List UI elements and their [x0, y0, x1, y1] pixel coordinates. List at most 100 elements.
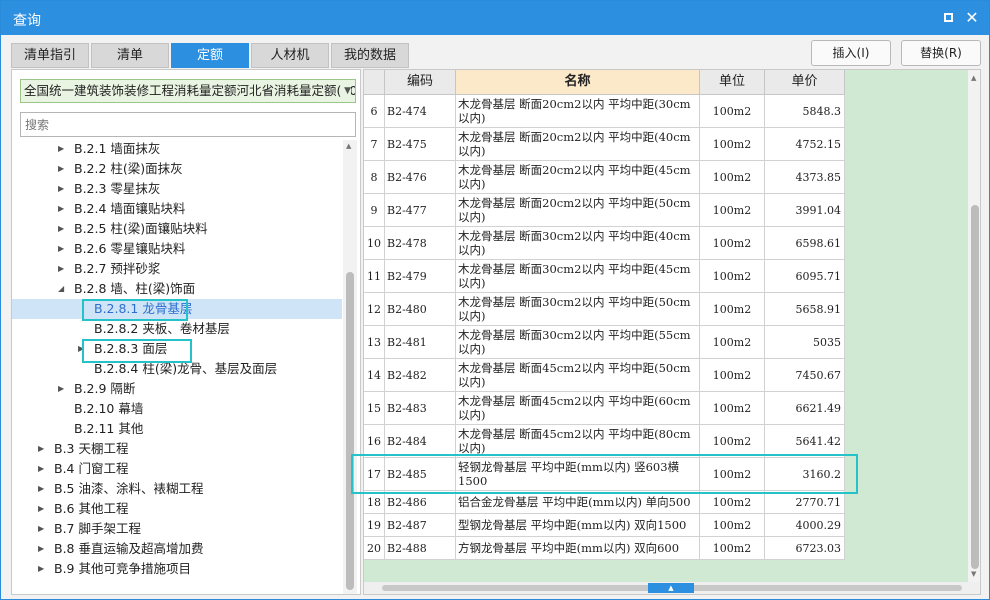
tree-node-label: B.2.1 墙面抹灰 [74, 141, 161, 156]
tree-scroll-thumb[interactable] [346, 272, 354, 590]
tree-node-label: B.2.11 其他 [74, 421, 144, 436]
cell-code: B2-480 [385, 293, 456, 326]
expand-toggle-icon[interactable]: ▶ [78, 339, 88, 359]
table-horizontal-scrollbar[interactable]: ▲ [364, 582, 980, 594]
scroll-up-icon[interactable]: ▲ [971, 74, 976, 82]
tree-node[interactable]: B.2.8.1 龙骨基层 [12, 299, 342, 319]
expand-toggle-icon[interactable]: ▶ [58, 259, 68, 279]
expand-toggle-icon[interactable]: ▶ [58, 219, 68, 239]
table-row[interactable]: 6 B2-474 木龙骨基层 断面20cm2以内 平均中距(30cm以内) 100m2… [364, 95, 845, 128]
tree-node[interactable]: ▶ B.5 油漆、涂料、裱糊工程 [12, 479, 342, 499]
cell-unit: 100m2 [700, 392, 765, 425]
tree-node[interactable]: ▶ B.2.5 柱(梁)面镶贴块料 [12, 219, 342, 239]
maximize-icon[interactable] [939, 9, 957, 27]
tree-node[interactable]: ▶ B.2.7 预拌砂浆 [12, 259, 342, 279]
tree-node[interactable]: ▶ B.2.8.3 面层 [12, 339, 342, 359]
table-row[interactable]: 9 B2-477 木龙骨基层 断面20cm2以内 平均中距(50cm以内) 100m2… [364, 194, 845, 227]
scroll-down-icon[interactable]: ▼ [971, 570, 976, 578]
cell-code: B2-475 [385, 128, 456, 161]
tree-node[interactable]: B.2.8.2 夹板、卷材基层 [12, 319, 342, 339]
expand-toggle-icon[interactable]: ▶ [38, 519, 48, 539]
tree-node[interactable]: ▶ B.3 天棚工程 [12, 439, 342, 459]
table-row[interactable]: 14 B2-482 木龙骨基层 断面45cm2以内 平均中距(50cm以内) 100m… [364, 359, 845, 392]
tree-node[interactable]: ◢ B.2.8 墙、柱(梁)饰面 [12, 279, 342, 299]
expand-toggle-icon[interactable]: ▶ [38, 459, 48, 479]
expand-toggle-icon[interactable]: ▶ [38, 499, 48, 519]
table-row[interactable]: 19 B2-487 型钢龙骨基层 平均中距(mm以内) 双向1500 100m2 400… [364, 514, 845, 537]
tree-node[interactable]: ▶ B.7 脚手架工程 [12, 519, 342, 539]
table-scrollbar[interactable]: ▲ ▼ [968, 70, 980, 582]
tree-node-label: B.2.3 零星抹灰 [74, 181, 161, 196]
tree-node[interactable]: ▶ B.2.3 零星抹灰 [12, 179, 342, 199]
tree-node-label: B.2.2 柱(梁)面抹灰 [74, 161, 183, 176]
expand-toggle-icon[interactable]: ▶ [38, 559, 48, 579]
expand-toggle-icon[interactable]: ▶ [58, 379, 68, 399]
expand-toggle-icon[interactable]: ▶ [58, 159, 68, 179]
table-row[interactable]: 10 B2-478 木龙骨基层 断面30cm2以内 平均中距(40cm以内) 100m… [364, 227, 845, 260]
close-icon[interactable]: ✕ [963, 9, 981, 27]
tree-node[interactable]: B.2.11 其他 [12, 419, 342, 439]
expand-toggle-icon[interactable]: ▶ [38, 439, 48, 459]
tree-node[interactable]: ▶ B.8 垂直运输及超高增加费 [12, 539, 342, 559]
table-row[interactable]: 11 B2-479 木龙骨基层 断面30cm2以内 平均中距(45cm以内) 100m… [364, 260, 845, 293]
table-row[interactable]: 15 B2-483 木龙骨基层 断面45cm2以内 平均中距(60cm以内) 100m… [364, 392, 845, 425]
library-select-value: 全国统一建筑装饰装修工程消耗量定额河北省消耗量定额(2012) [24, 83, 356, 98]
tab-bill[interactable]: 清单 [91, 43, 169, 68]
library-select[interactable]: 全国统一建筑装饰装修工程消耗量定额河北省消耗量定额(2012) ▼ [20, 79, 356, 103]
column-header-unit[interactable]: 单位 [700, 70, 765, 95]
cell-code: B2-483 [385, 392, 456, 425]
tree-node-label: B.2.8.3 面层 [94, 341, 168, 356]
tree-node[interactable]: ▶ B.2.6 零星镶贴块料 [12, 239, 342, 259]
expand-toggle-icon[interactable]: ▶ [58, 199, 68, 219]
panel-collapse-icon[interactable]: ▲ [648, 583, 694, 593]
tree-node[interactable]: ▶ B.2.4 墙面镶贴块料 [12, 199, 342, 219]
expand-toggle-icon[interactable]: ▶ [58, 239, 68, 259]
table-scroll-thumb[interactable] [971, 205, 979, 569]
insert-button[interactable]: 插入(I) [811, 40, 891, 66]
expand-toggle-icon[interactable]: ▶ [58, 140, 68, 159]
table-row[interactable]: 17 B2-485 轻钢龙骨基层 平均中距(mm以内) 竖603横1500 100m2… [364, 458, 845, 491]
column-header-price[interactable]: 单价 [765, 70, 845, 95]
cell-price: 5658.91 [765, 293, 845, 326]
replace-button[interactable]: 替换(R) [901, 40, 981, 66]
table-row[interactable]: 7 B2-475 木龙骨基层 断面20cm2以内 平均中距(40cm以内) 100m2… [364, 128, 845, 161]
tab-labor-material-machine[interactable]: 人材机 [251, 43, 329, 68]
tree-node[interactable]: ▶ B.6 其他工程 [12, 499, 342, 519]
tree-node-label: B.6 其他工程 [54, 501, 129, 516]
cell-name: 方钢龙骨基层 平均中距(mm以内) 双向600 [456, 537, 700, 560]
tree-node[interactable]: ▶ B.9 其他可竞争措施项目 [12, 559, 342, 579]
cell-unit: 100m2 [700, 326, 765, 359]
tab-quota[interactable]: 定额 [171, 43, 249, 68]
table-row[interactable]: 13 B2-481 木龙骨基层 断面30cm2以内 平均中距(55cm以内) 100m… [364, 326, 845, 359]
cell-price: 6095.71 [765, 260, 845, 293]
tab-bill-guide[interactable]: 清单指引 [11, 43, 89, 68]
tab-my-data[interactable]: 我的数据 [331, 43, 409, 68]
cell-code: B2-474 [385, 95, 456, 128]
scroll-up-icon[interactable]: ▲ [346, 142, 351, 150]
expand-toggle-icon[interactable]: ▶ [58, 179, 68, 199]
tree-node[interactable]: ▶ B.2.2 柱(梁)面抹灰 [12, 159, 342, 179]
expand-toggle-icon[interactable]: ◢ [58, 279, 68, 299]
cell-price: 3991.04 [765, 194, 845, 227]
cell-price: 7450.67 [765, 359, 845, 392]
column-header-code[interactable]: 编码 [385, 70, 456, 95]
column-header-name[interactable]: 名称 [456, 70, 700, 95]
tree-node[interactable]: ▶ B.4 门窗工程 [12, 459, 342, 479]
table-row[interactable]: 18 B2-486 铝合金龙骨基层 平均中距(mm以内) 单向500 100m2 277… [364, 491, 845, 514]
table-row[interactable]: 20 B2-488 方钢龙骨基层 平均中距(mm以内) 双向600 100m2 6723… [364, 537, 845, 560]
cell-name: 木龙骨基层 断面30cm2以内 平均中距(50cm以内) [456, 293, 700, 326]
tree-node[interactable]: B.2.10 幕墙 [12, 399, 342, 419]
table-row[interactable]: 8 B2-476 木龙骨基层 断面20cm2以内 平均中距(45cm以内) 100m2… [364, 161, 845, 194]
cell-unit: 100m2 [700, 128, 765, 161]
search-input[interactable] [20, 112, 356, 137]
expand-toggle-icon[interactable]: ▶ [38, 539, 48, 559]
table-row[interactable]: 12 B2-480 木龙骨基层 断面30cm2以内 平均中距(50cm以内) 100m… [364, 293, 845, 326]
tree-node[interactable]: B.2.8.4 柱(梁)龙骨、基层及面层 [12, 359, 342, 379]
tree-scrollbar[interactable]: ▲ [343, 140, 357, 594]
tree-node[interactable]: ▶ B.2.1 墙面抹灰 [12, 140, 342, 159]
row-index: 16 [364, 425, 385, 458]
tree-node-label: B.7 脚手架工程 [54, 521, 141, 536]
tree-node[interactable]: ▶ B.2.9 隔断 [12, 379, 342, 399]
expand-toggle-icon[interactable]: ▶ [38, 479, 48, 499]
table-row[interactable]: 16 B2-484 木龙骨基层 断面45cm2以内 平均中距(80cm以内) 100m… [364, 425, 845, 458]
